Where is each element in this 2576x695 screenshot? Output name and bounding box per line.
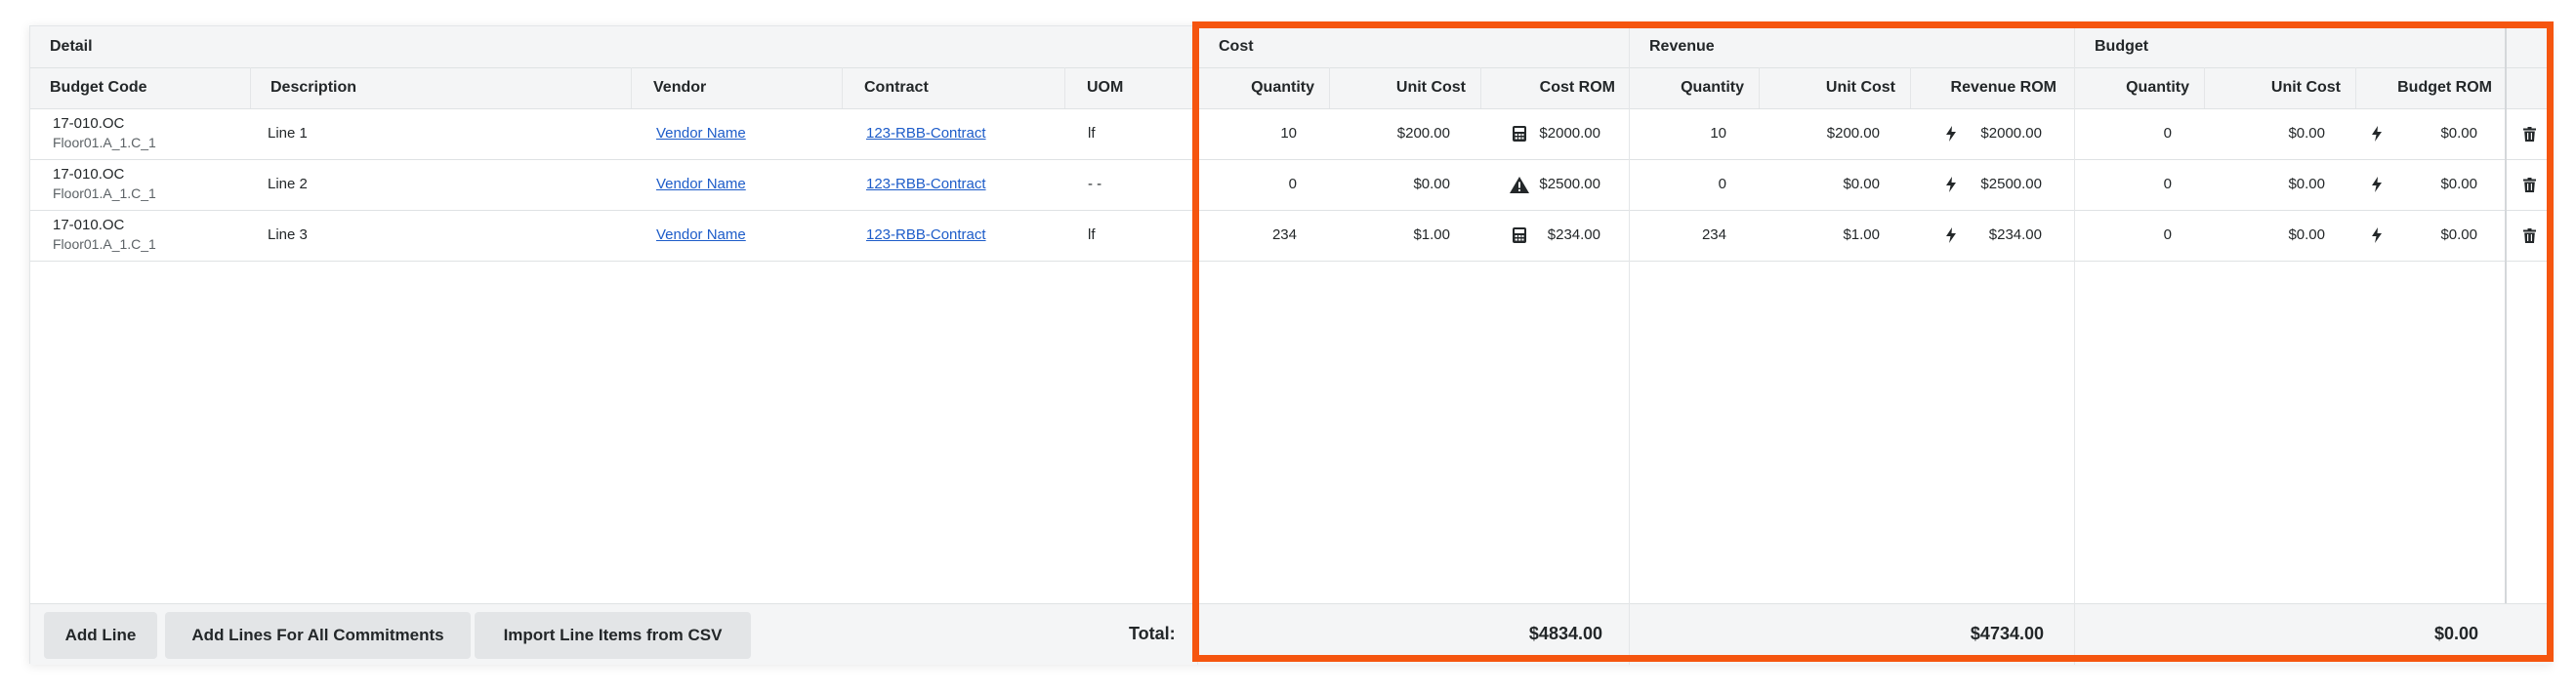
uom: lf	[1088, 125, 1096, 142]
budget-code-location: Floor01.A_1.C_1	[53, 236, 156, 252]
lightning-icon[interactable]	[1942, 226, 1960, 244]
table-row[interactable]: 17-010.OC Floor01.A_1.C_1 Line 3 Vendor …	[30, 210, 2552, 261]
lightning-icon[interactable]	[1942, 125, 1960, 143]
contract-link[interactable]: 123-RBB-Contract	[866, 175, 986, 194]
revenue-quantity[interactable]: 234	[1629, 225, 1726, 245]
revenue-rom: $2000.00	[1980, 125, 2042, 142]
budget-rom: $0.00	[2440, 226, 2477, 243]
uom: lf	[1088, 226, 1096, 243]
calculator-icon[interactable]	[1511, 226, 1528, 244]
lightning-icon[interactable]	[2368, 125, 2386, 143]
col-header-revenue-rom[interactable]: Revenue ROM	[1910, 78, 2057, 98]
col-header-description[interactable]: Description	[270, 78, 356, 98]
col-header-uom[interactable]: UOM	[1087, 78, 1123, 98]
contract-link[interactable]: 123-RBB-Contract	[866, 225, 986, 245]
col-header-budget-quantity[interactable]: Quantity	[2074, 78, 2189, 98]
budget-rom: $0.00	[2440, 176, 2477, 192]
vendor-link[interactable]: Vendor Name	[656, 175, 746, 194]
budget-total: $0.00	[2433, 624, 2478, 643]
cost-rom: $234.00	[1547, 226, 1600, 243]
description: Line 2	[268, 176, 308, 192]
budget-code-location: Floor01.A_1.C_1	[53, 185, 156, 201]
warning-icon[interactable]	[1509, 176, 1530, 193]
import-csv-button[interactable]: Import Line Items from CSV	[475, 612, 751, 659]
budget-unit-cost[interactable]: $0.00	[2204, 124, 2325, 143]
revenue-rom: $2500.00	[1980, 176, 2042, 192]
revenue-quantity[interactable]: 10	[1629, 124, 1726, 143]
revenue-unit-cost[interactable]: $1.00	[1759, 225, 1880, 245]
budget-quantity[interactable]: 0	[2074, 124, 2172, 143]
group-header-revenue: Revenue	[1649, 38, 1715, 55]
budget-code-location: Floor01.A_1.C_1	[53, 135, 156, 150]
lightning-icon[interactable]	[2368, 176, 2386, 193]
group-header-budget: Budget	[2095, 38, 2149, 55]
cost-quantity[interactable]: 10	[1197, 124, 1297, 143]
cost-quantity[interactable]: 234	[1197, 225, 1297, 245]
group-header-cost: Cost	[1219, 38, 1254, 55]
contract-link[interactable]: 123-RBB-Contract	[866, 124, 986, 143]
budget-quantity[interactable]: 0	[2074, 175, 2172, 194]
table-row[interactable]: 17-010.OC Floor01.A_1.C_1 Line 2 Vendor …	[30, 159, 2552, 210]
total-label: Total:	[1129, 624, 1176, 643]
col-header-budget-unit-cost[interactable]: Unit Cost	[2204, 78, 2341, 98]
description: Line 3	[268, 226, 308, 243]
budget-code: 17-010.OC	[53, 115, 125, 132]
revenue-unit-cost[interactable]: $0.00	[1759, 175, 1880, 194]
trash-icon[interactable]	[2520, 125, 2538, 143]
col-header-contract[interactable]: Contract	[864, 78, 929, 98]
vendor-link[interactable]: Vendor Name	[656, 124, 746, 143]
cost-rom: $2000.00	[1539, 125, 1600, 142]
group-header-detail: Detail	[50, 38, 93, 55]
col-header-cost-quantity[interactable]: Quantity	[1197, 78, 1314, 98]
budget-unit-cost[interactable]: $0.00	[2204, 225, 2325, 245]
revenue-unit-cost[interactable]: $200.00	[1759, 124, 1880, 143]
lightning-icon[interactable]	[2368, 226, 2386, 244]
budget-quantity[interactable]: 0	[2074, 225, 2172, 245]
cost-quantity[interactable]: 0	[1197, 175, 1297, 194]
budget-unit-cost[interactable]: $0.00	[2204, 175, 2325, 194]
table-row[interactable]: 17-010.OC Floor01.A_1.C_1 Line 1 Vendor …	[30, 108, 2552, 159]
trash-icon[interactable]	[2520, 226, 2538, 244]
col-header-revenue-unit-cost[interactable]: Unit Cost	[1759, 78, 1895, 98]
cost-unit-cost[interactable]: $1.00	[1329, 225, 1450, 245]
col-header-cost-unit-cost[interactable]: Unit Cost	[1329, 78, 1466, 98]
revenue-rom: $234.00	[1988, 226, 2042, 243]
trash-icon[interactable]	[2520, 176, 2538, 193]
col-header-budget-rom[interactable]: Budget ROM	[2355, 78, 2492, 98]
revenue-quantity[interactable]: 0	[1629, 175, 1726, 194]
vendor-link[interactable]: Vendor Name	[656, 225, 746, 245]
col-header-budget-code[interactable]: Budget Code	[50, 78, 147, 98]
col-header-cost-rom[interactable]: Cost ROM	[1480, 78, 1615, 98]
budget-code: 17-010.OC	[53, 217, 125, 233]
uom: - -	[1088, 176, 1102, 192]
line-items-table: Detail Cost Revenue Budget Budget Code D…	[29, 25, 2552, 665]
calculator-icon[interactable]	[1511, 125, 1528, 143]
revenue-total: $4734.00	[1970, 624, 2044, 643]
description: Line 1	[268, 125, 308, 142]
cost-unit-cost[interactable]: $0.00	[1329, 175, 1450, 194]
budget-code: 17-010.OC	[53, 166, 125, 183]
col-header-revenue-quantity[interactable]: Quantity	[1629, 78, 1744, 98]
col-header-vendor[interactable]: Vendor	[653, 78, 706, 98]
cost-rom: $2500.00	[1539, 176, 1600, 192]
cost-total: $4834.00	[1528, 624, 1602, 643]
lightning-icon[interactable]	[1942, 176, 1960, 193]
add-line-button[interactable]: Add Line	[44, 612, 157, 659]
cost-unit-cost[interactable]: $200.00	[1329, 124, 1450, 143]
add-lines-for-all-commitments-button[interactable]: Add Lines For All Commitments	[165, 612, 471, 659]
budget-rom: $0.00	[2440, 125, 2477, 142]
